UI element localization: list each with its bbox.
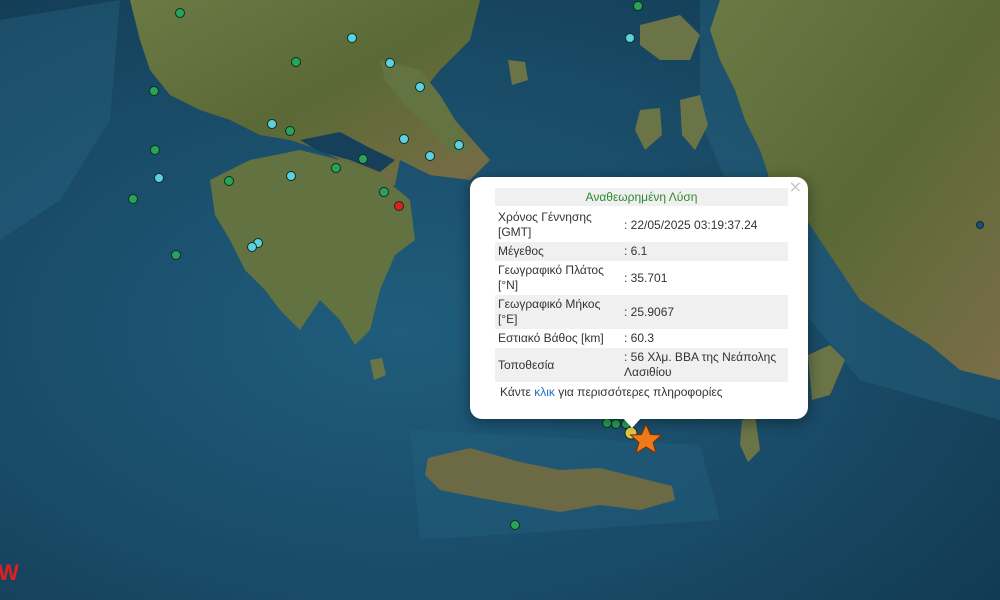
more-info-prefix: Κάντε xyxy=(500,385,535,399)
location-label: Τοποθεσία xyxy=(495,348,621,382)
quake-marker[interactable] xyxy=(633,1,643,11)
quake-marker[interactable] xyxy=(399,134,409,144)
quake-marker[interactable] xyxy=(150,145,160,155)
longitude-value: : 25.9067 xyxy=(621,295,788,329)
popup-tip xyxy=(622,417,642,428)
quake-marker[interactable] xyxy=(291,57,301,67)
quake-marker[interactable] xyxy=(510,520,520,530)
more-info-link[interactable]: κλικ xyxy=(534,385,555,399)
quake-marker[interactable] xyxy=(128,194,138,204)
quake-marker[interactable] xyxy=(149,86,159,96)
table-row: Χρόνος Γέννησης [GMT] : 22/05/2025 03:19… xyxy=(495,208,788,242)
magnitude-value: : 6.1 xyxy=(621,242,788,261)
quake-marker[interactable] xyxy=(247,242,257,252)
quake-marker[interactable] xyxy=(976,221,984,229)
quake-marker[interactable] xyxy=(454,140,464,150)
quake-marker[interactable] xyxy=(425,151,435,161)
quake-marker[interactable] xyxy=(267,119,277,129)
table-row: Γεωγραφικό Πλάτος [°N] : 35.701 xyxy=(495,261,788,295)
quake-marker[interactable] xyxy=(625,33,635,43)
quake-marker[interactable] xyxy=(415,82,425,92)
details-table: Χρόνος Γέννησης [GMT] : 22/05/2025 03:19… xyxy=(495,208,788,382)
origin-time-value: : 22/05/2025 03:19:37.24 xyxy=(624,217,758,232)
quake-marker[interactable] xyxy=(154,173,164,183)
more-info-line: Κάντε κλικ για περισσότερες πληροφορίες xyxy=(495,382,788,402)
magnitude-label: Μέγεθος xyxy=(495,242,621,261)
table-row: Γεωγραφικό Μήκος [°E] : 25.9067 xyxy=(495,295,788,329)
quake-marker[interactable] xyxy=(394,201,404,211)
quake-marker[interactable] xyxy=(347,33,357,43)
latitude-value: : 35.701 xyxy=(624,270,668,285)
close-icon[interactable]: × xyxy=(789,179,802,195)
table-row: Μέγεθος : 6.1 xyxy=(495,242,788,261)
quake-marker[interactable] xyxy=(379,187,389,197)
quake-marker[interactable] xyxy=(224,176,234,186)
more-info-suffix: για περισσότερες πληροφορίες xyxy=(554,385,723,399)
depth-value: : 60.3 xyxy=(624,331,655,345)
quake-marker[interactable] xyxy=(602,418,612,428)
popup-title: Αναθεωρημένη Λύση xyxy=(495,188,788,206)
location-value: : 56 Χλμ. ΒΒΑ της Νεάπολης Λασιθίου xyxy=(621,348,788,382)
brand-logo-text: W xyxy=(0,561,19,582)
brand-logo: W xyxy=(0,561,19,582)
table-row: Τοποθεσία : 56 Χλμ. ΒΒΑ της Νεάπολης Λασ… xyxy=(495,348,788,382)
quake-marker[interactable] xyxy=(175,8,185,18)
quake-marker[interactable] xyxy=(331,163,341,173)
quake-marker[interactable] xyxy=(358,154,368,164)
origin-time-label: Χρόνος Γέννησης [GMT] xyxy=(498,210,592,239)
quake-marker[interactable] xyxy=(285,126,295,136)
earthquake-info-popup: × Αναθεωρημένη Λύση Χρόνος Γέννησης [GMT… xyxy=(470,177,808,419)
table-row: Εστιακό Βάθος [km] : 60.3 xyxy=(495,329,788,348)
depth-label: Εστιακό Βάθος [km] xyxy=(498,331,604,345)
quake-marker[interactable] xyxy=(611,419,621,429)
quake-marker[interactable] xyxy=(171,250,181,260)
latitude-label: Γεωγραφικό Πλάτος [°N] xyxy=(498,263,604,292)
longitude-label: Γεωγραφικό Μήκος [°E] xyxy=(495,295,621,329)
quake-marker[interactable] xyxy=(385,58,395,68)
quake-marker[interactable] xyxy=(286,171,296,181)
